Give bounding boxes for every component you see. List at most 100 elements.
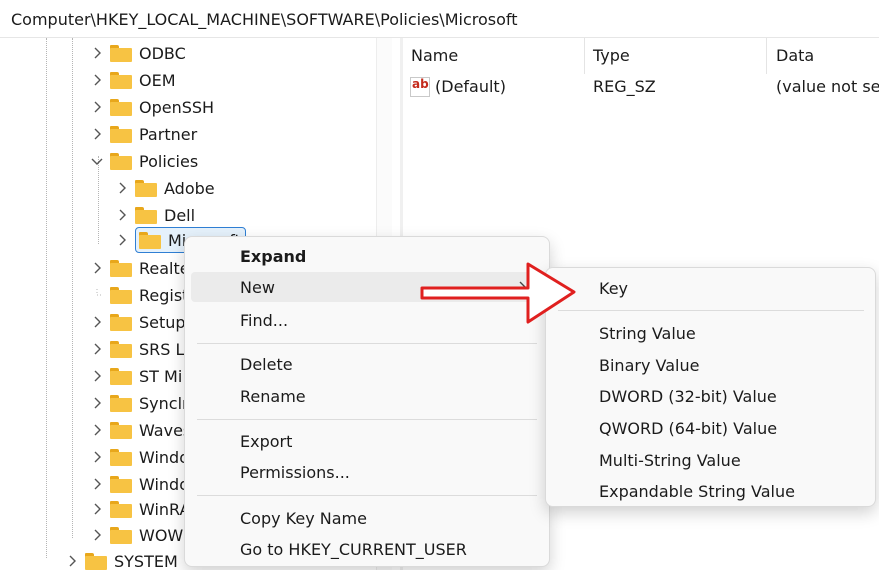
column-separator[interactable] xyxy=(766,38,767,74)
tree-item-windows-2[interactable]: Windo xyxy=(90,471,189,497)
tree-item-label: WOW xyxy=(139,525,184,545)
folder-icon xyxy=(110,98,132,116)
menu-item-label: Go to HKEY_CURRENT_USER xyxy=(240,539,467,559)
folder-icon xyxy=(110,421,132,439)
chevron-right-icon[interactable] xyxy=(90,73,104,87)
menu-item-label: Delete xyxy=(240,354,293,374)
tree-item-srs[interactable]: SRS La xyxy=(90,336,194,362)
tree-item-openssh[interactable]: OpenSSH xyxy=(90,94,214,120)
chevron-right-icon[interactable] xyxy=(90,477,104,491)
tree-item-label: Adobe xyxy=(164,178,215,198)
menu-item-copy-key-name[interactable]: Copy Key Name xyxy=(191,503,543,533)
folder-icon xyxy=(110,475,132,493)
chevron-right-icon[interactable] xyxy=(90,127,104,141)
menu-item-go-to-hkcu[interactable]: Go to HKEY_CURRENT_USER xyxy=(191,534,543,564)
folder-icon xyxy=(110,526,132,544)
menu-item-label: Copy Key Name xyxy=(240,508,367,528)
menu-item-permissions[interactable]: Permissions... xyxy=(191,457,543,487)
tree-item-realtek[interactable]: Realte xyxy=(90,255,190,281)
column-separator[interactable] xyxy=(584,38,585,74)
chevron-right-icon[interactable] xyxy=(90,315,104,329)
tree-item-odbc[interactable]: ODBC xyxy=(90,40,186,66)
chevron-right-icon[interactable] xyxy=(115,181,129,195)
folder-icon xyxy=(110,44,132,62)
tree-item-setup[interactable]: Setup xyxy=(90,309,186,335)
tree-item-winrar[interactable]: WinRA xyxy=(90,496,190,522)
tree-item-label: Realte xyxy=(139,258,190,278)
tree-item-synchro[interactable]: Syncln xyxy=(90,390,192,416)
chevron-right-icon[interactable] xyxy=(90,502,104,516)
submenu-item-string-value[interactable]: String Value xyxy=(552,318,870,348)
chevron-down-icon[interactable] xyxy=(90,154,104,168)
menu-item-label: Find... xyxy=(240,310,289,330)
tree-item-oem[interactable]: OEM xyxy=(90,67,176,93)
chevron-right-icon[interactable] xyxy=(90,528,104,542)
folder-icon xyxy=(110,125,132,143)
chevron-right-icon[interactable] xyxy=(115,233,129,247)
tree-item-label: Dell xyxy=(164,205,196,225)
tree-item-label: ST Mi xyxy=(139,366,183,386)
chevron-right-icon[interactable] xyxy=(90,423,104,437)
tree-item-windows-1[interactable]: Windo xyxy=(90,444,189,470)
folder-icon xyxy=(85,552,107,570)
menu-item-label: Export xyxy=(240,431,293,451)
chevron-right-icon[interactable] xyxy=(90,100,104,114)
tree-item-system[interactable]: SYSTEM xyxy=(65,548,178,570)
tree-item-policies[interactable]: Policies xyxy=(90,148,198,174)
menu-item-export[interactable]: Export xyxy=(191,426,543,456)
column-header-type[interactable]: Type xyxy=(593,46,630,65)
chevron-right-icon[interactable] xyxy=(90,46,104,60)
tree-item-adobe[interactable]: Adobe xyxy=(115,175,215,201)
folder-icon xyxy=(110,152,132,170)
folder-icon xyxy=(110,340,132,358)
tree-item-label: Setup xyxy=(139,312,186,332)
folder-icon xyxy=(135,206,157,224)
tree-item-dell[interactable]: Dell xyxy=(115,202,195,228)
tree-item-label: ODBC xyxy=(139,43,186,63)
menu-item-rename[interactable]: Rename xyxy=(191,381,543,411)
submenu-item-qword-value[interactable]: QWORD (64-bit) Value xyxy=(552,413,870,443)
value-name-cell[interactable]: (Default) xyxy=(435,77,506,96)
column-header-name[interactable]: Name xyxy=(411,46,458,65)
menu-item-label: Multi-String Value xyxy=(599,450,741,470)
chevron-right-icon[interactable] xyxy=(90,342,104,356)
menu-item-delete[interactable]: Delete xyxy=(191,349,543,379)
tree-item-st-micro[interactable]: ST Mi xyxy=(90,363,182,389)
tree-item-label: Partner xyxy=(139,124,198,144)
menu-separator xyxy=(197,419,537,420)
menu-item-label: Key xyxy=(599,278,629,298)
tree-item-label: Regist xyxy=(139,285,189,305)
tree-item-partner[interactable]: Partner xyxy=(90,121,197,147)
chevron-right-icon[interactable] xyxy=(90,369,104,383)
submenu-item-binary-value[interactable]: Binary Value xyxy=(552,350,870,380)
folder-icon xyxy=(110,259,132,277)
menu-item-label: QWORD (64-bit) Value xyxy=(599,418,778,438)
submenu-item-dword-value[interactable]: DWORD (32-bit) Value xyxy=(552,381,870,411)
menu-item-label: Expand xyxy=(240,246,307,266)
folder-icon xyxy=(110,500,132,518)
tree-item-registered[interactable]: Regist xyxy=(90,282,188,308)
column-header-data[interactable]: Data xyxy=(776,46,814,65)
tree-item-waves[interactable]: Waves xyxy=(90,417,191,443)
chevron-right-icon[interactable] xyxy=(90,450,104,464)
chevron-right-icon[interactable] xyxy=(90,396,104,410)
chevron-right-icon[interactable] xyxy=(115,208,129,222)
submenu-item-expandable-string-value[interactable]: Expandable String Value xyxy=(552,476,870,506)
tree-guide-line xyxy=(46,38,47,558)
menu-item-label: DWORD (32-bit) Value xyxy=(599,386,777,406)
tree-item-wow[interactable]: WOW xyxy=(90,522,183,548)
folder-icon xyxy=(110,367,132,385)
chevron-right-icon[interactable] xyxy=(90,261,104,275)
submenu-item-multi-string-value[interactable]: Multi-String Value xyxy=(552,445,870,475)
tree-item-label: OEM xyxy=(139,70,176,90)
string-value-icon: ab xyxy=(410,77,430,97)
submenu-item-key[interactable]: Key xyxy=(552,273,870,303)
tree-item-label: Windo xyxy=(139,447,189,467)
menu-separator xyxy=(197,343,537,344)
menu-item-label: New xyxy=(240,277,275,297)
address-path[interactable]: Computer\HKEY_LOCAL_MACHINE\SOFTWARE\Pol… xyxy=(11,10,518,29)
tree-item-label: Windo xyxy=(139,474,189,494)
tree-item-label: WinRA xyxy=(139,499,191,519)
chevron-right-icon[interactable] xyxy=(65,554,79,568)
address-bar[interactable]: Computer\HKEY_LOCAL_MACHINE\SOFTWARE\Pol… xyxy=(0,0,879,38)
